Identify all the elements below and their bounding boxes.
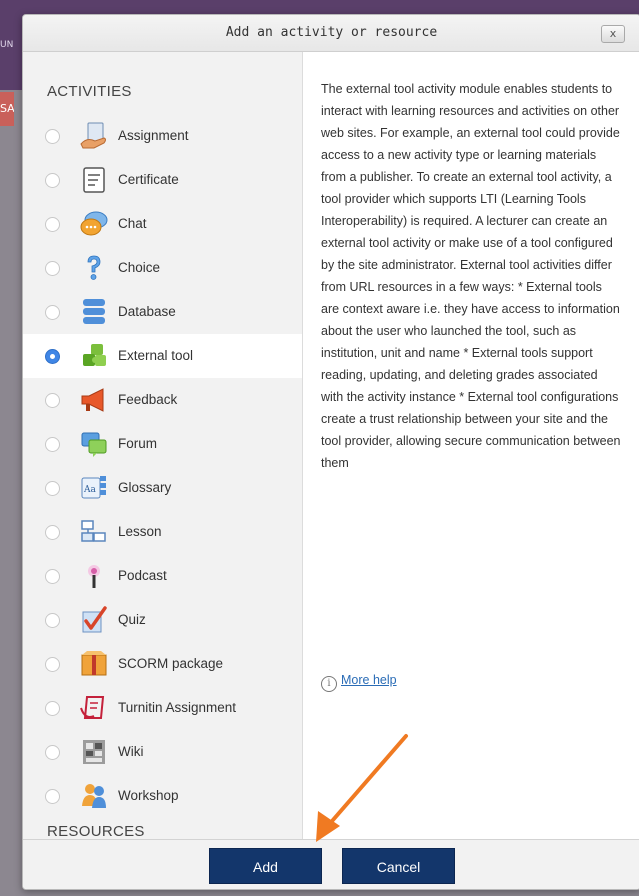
svg-text:Aa: Aa: [83, 485, 96, 495]
activity-radio[interactable]: [45, 173, 60, 188]
activity-description-panel: The external tool activity module enable…: [303, 52, 639, 839]
more-help: i More help: [321, 670, 397, 692]
background-side-badge: SA: [0, 92, 14, 126]
info-icon: i: [321, 676, 337, 692]
activity-radio[interactable]: [45, 745, 60, 760]
close-button[interactable]: x: [601, 25, 625, 43]
activity-label: Glossary: [118, 480, 172, 495]
activity-label: Quiz: [118, 612, 146, 627]
activity-label: Choice: [118, 260, 161, 275]
activity-label: Wiki: [118, 744, 144, 759]
activity-radio[interactable]: [45, 569, 60, 584]
activity-radio[interactable]: [45, 789, 60, 804]
feedback-icon: [81, 388, 104, 412]
activity-radio[interactable]: [45, 129, 60, 144]
activity-label: Assignment: [118, 128, 189, 143]
workshop-icon: [82, 784, 106, 808]
cancel-button[interactable]: Cancel: [342, 848, 455, 884]
assignment-icon: [80, 122, 106, 149]
activity-radio[interactable]: [45, 393, 60, 408]
dialog-footer: Add Cancel: [23, 839, 639, 889]
activity-radio[interactable]: [45, 305, 60, 320]
activity-option-choice[interactable]: Choice: [23, 246, 302, 290]
chat-icon: [80, 211, 108, 236]
activity-label: Chat: [118, 216, 147, 231]
activity-label: Feedback: [118, 392, 178, 407]
glossary-icon: Aa: [81, 476, 106, 499]
wiki-icon: [83, 740, 105, 764]
resources-heading: RESOURCES: [47, 823, 145, 839]
activity-radio[interactable]: [45, 657, 60, 672]
activities-heading: ACTIVITIES: [47, 83, 132, 100]
activity-label: SCORM package: [118, 656, 224, 671]
activity-radio[interactable]: [45, 701, 60, 716]
activity-radio[interactable]: [45, 217, 60, 232]
activity-radio[interactable]: [45, 525, 60, 540]
activity-label: Workshop: [118, 788, 179, 803]
activity-radio[interactable]: [45, 437, 60, 452]
certificate-icon: [83, 167, 105, 193]
podcast-icon: [88, 565, 100, 588]
activity-option-assignment[interactable]: Assignment: [23, 114, 302, 158]
more-help-link[interactable]: More help: [341, 673, 397, 687]
add-button[interactable]: Add: [209, 848, 322, 884]
activity-option-forum[interactable]: Forum: [23, 422, 302, 466]
activity-option-turnitin-assignment[interactable]: Turnitin Assignment: [23, 686, 302, 730]
activity-description: The external tool activity module enable…: [321, 82, 621, 470]
turnitin-icon: [80, 696, 105, 719]
activity-radio[interactable]: [45, 481, 60, 496]
activity-option-glossary[interactable]: Aa Glossary: [23, 466, 302, 510]
activity-label: Database: [118, 304, 176, 319]
activity-list-panel[interactable]: ACTIVITIES Assignment Certificate Chat C…: [23, 52, 303, 839]
activity-label: External tool: [118, 348, 194, 363]
activity-option-workshop[interactable]: Workshop: [23, 774, 302, 818]
activity-option-database[interactable]: Database: [23, 290, 302, 334]
activity-label: Lesson: [118, 524, 162, 539]
database-icon: [83, 299, 105, 324]
activity-option-wiki[interactable]: Wiki: [23, 730, 302, 774]
activity-radio[interactable]: [45, 613, 60, 628]
activity-option-feedback[interactable]: Feedback: [23, 378, 302, 422]
activity-option-podcast[interactable]: Podcast: [23, 554, 302, 598]
activity-radio[interactable]: [45, 261, 60, 276]
activity-option-quiz[interactable]: Quiz: [23, 598, 302, 642]
dialog-title: Add an activity or resource: [225, 25, 438, 40]
activity-label: Certificate: [118, 172, 179, 187]
activity-option-external-tool[interactable]: External tool: [23, 334, 302, 378]
activity-option-chat[interactable]: Chat: [23, 202, 302, 246]
add-activity-dialog: Add an activity or resource x ACTIVITIES…: [22, 14, 639, 890]
dialog-header: Add an activity or resource x: [23, 15, 639, 52]
quiz-icon: [82, 606, 107, 633]
activity-option-lesson[interactable]: Lesson: [23, 510, 302, 554]
activity-label: Forum: [118, 436, 158, 451]
background-side-text: UN: [0, 40, 14, 50]
forum-icon: [81, 432, 107, 457]
activity-option-certificate[interactable]: Certificate: [23, 158, 302, 202]
external-tool-icon: [83, 344, 106, 366]
activity-radio-selected[interactable]: [45, 349, 60, 364]
activity-label: Podcast: [118, 568, 167, 583]
activity-option-scorm-package[interactable]: SCORM package: [23, 642, 302, 686]
choice-icon: [87, 255, 101, 280]
activity-label: Turnitin Assignment: [118, 700, 237, 715]
lesson-icon: [81, 520, 106, 542]
scorm-package-icon: [81, 651, 107, 676]
